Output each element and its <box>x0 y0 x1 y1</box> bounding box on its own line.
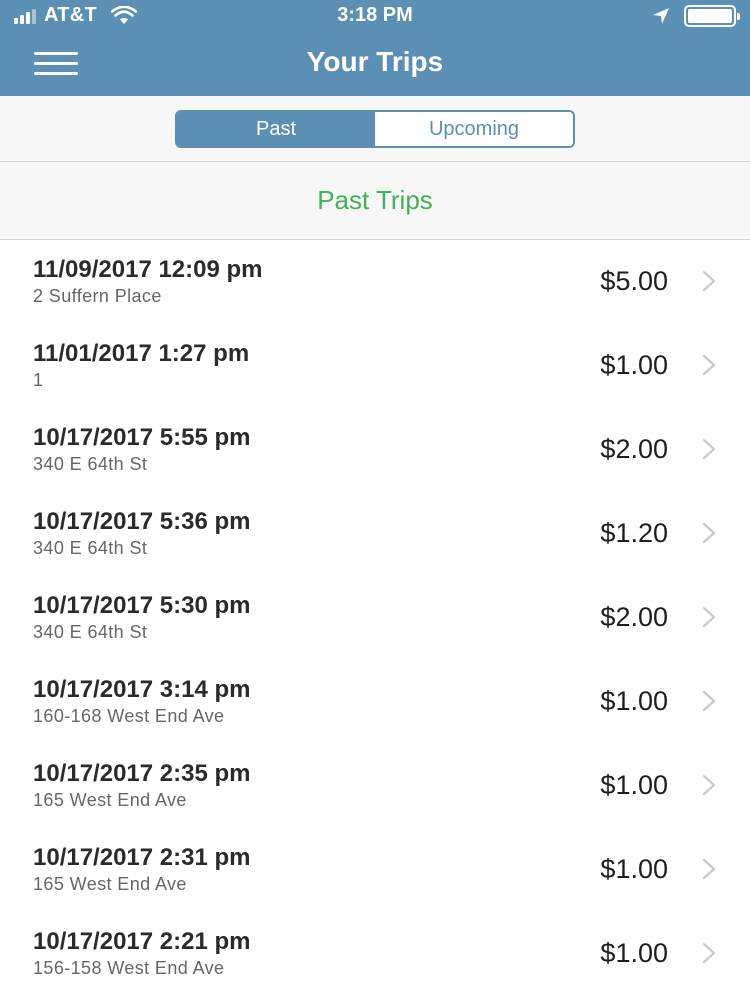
chevron-right-icon <box>702 522 716 544</box>
chevron-right-icon <box>702 270 716 292</box>
battery-icon <box>684 5 740 27</box>
trip-datetime: 11/01/2017 1:27 pm <box>33 340 250 367</box>
trip-amount: $1.00 <box>600 770 668 800</box>
navigation-bar: Your Trips <box>0 32 750 96</box>
chevron-right-icon <box>702 354 716 376</box>
tab-past[interactable]: Past <box>177 112 375 146</box>
trip-row[interactable]: 10/17/2017 3:14 pm 160-168 West End Ave $1… <box>0 660 750 744</box>
trip-datetime: 10/17/2017 5:55 pm <box>33 424 251 451</box>
trip-address: 156-158 West End Ave <box>33 958 225 978</box>
trip-datetime: 10/17/2017 2:31 pm <box>33 844 251 871</box>
section-title: Past Trips <box>317 185 433 215</box>
chevron-right-icon <box>702 942 716 964</box>
status-time: 3:18 PM <box>337 4 413 26</box>
section-header: Past Trips <box>0 162 750 240</box>
trip-datetime: 10/17/2017 3:14 pm <box>33 676 251 703</box>
trip-address: 160-168 West End Ave <box>33 706 225 726</box>
trip-amount: $2.00 <box>600 602 668 632</box>
trip-address: 1 <box>33 370 44 390</box>
trip-row[interactable]: 10/17/2017 2:31 pm 165 West End Ave $1.00 <box>0 828 750 912</box>
chevron-right-icon <box>702 858 716 880</box>
trip-address: 165 West End Ave <box>33 874 187 894</box>
trip-row[interactable]: 10/17/2017 5:30 pm 340 E 64th St $2.00 <box>0 576 750 660</box>
trip-row[interactable]: 10/17/2017 2:35 pm 165 West End Ave $1.00 <box>0 744 750 828</box>
trip-address: 340 E 64th St <box>33 454 148 474</box>
trip-address: 340 E 64th St <box>33 622 148 642</box>
trip-address: 340 E 64th St <box>33 538 148 558</box>
trip-amount: $5.00 <box>600 266 668 296</box>
trip-amount: $1.00 <box>600 350 668 380</box>
trip-datetime: 11/09/2017 12:09 pm <box>33 256 263 283</box>
trip-datetime: 10/17/2017 5:36 pm <box>33 508 251 535</box>
trip-row[interactable]: 10/17/2017 5:55 pm 340 E 64th St $2.00 <box>0 408 750 492</box>
chevron-right-icon <box>702 438 716 460</box>
trip-list: 11/09/2017 12:09 pm 2 Suffern Place $5.00 1… <box>0 240 750 996</box>
app-header: AT&T 3:18 PM Your Trips <box>0 0 750 96</box>
trip-row[interactable]: 11/09/2017 12:09 pm 2 Suffern Place $5.00 <box>0 240 750 324</box>
page-title: Your Trips <box>306 46 444 77</box>
trip-address: 165 West End Ave <box>33 790 187 810</box>
tab-upcoming[interactable]: Upcoming <box>375 112 573 146</box>
status-bar: AT&T 3:18 PM <box>0 0 750 32</box>
trip-datetime: 10/17/2017 2:21 pm <box>33 928 251 955</box>
trip-datetime: 10/17/2017 5:30 pm <box>33 592 251 619</box>
chevron-right-icon <box>702 690 716 712</box>
location-arrow-icon <box>653 8 669 24</box>
trip-row[interactable]: 11/01/2017 1:27 pm 1 $1.00 <box>0 324 750 408</box>
trip-amount: $2.00 <box>600 434 668 464</box>
trip-segmented-control: Past Upcoming <box>175 110 575 148</box>
trip-datetime: 10/17/2017 2:35 pm <box>33 760 251 787</box>
chevron-right-icon <box>702 774 716 796</box>
trip-amount: $1.00 <box>600 938 668 968</box>
trip-amount: $1.00 <box>600 854 668 884</box>
chevron-right-icon <box>702 606 716 628</box>
trip-amount: $1.20 <box>600 518 668 548</box>
trip-address: 2 Suffern Place <box>33 286 162 306</box>
trip-filter-bar: Past Upcoming <box>0 96 750 162</box>
trip-row[interactable]: 10/17/2017 2:21 pm 156-158 West End Ave $1… <box>0 912 750 996</box>
trip-row[interactable]: 10/17/2017 5:36 pm 340 E 64th St $1.20 <box>0 492 750 576</box>
trip-amount: $1.00 <box>600 686 668 716</box>
